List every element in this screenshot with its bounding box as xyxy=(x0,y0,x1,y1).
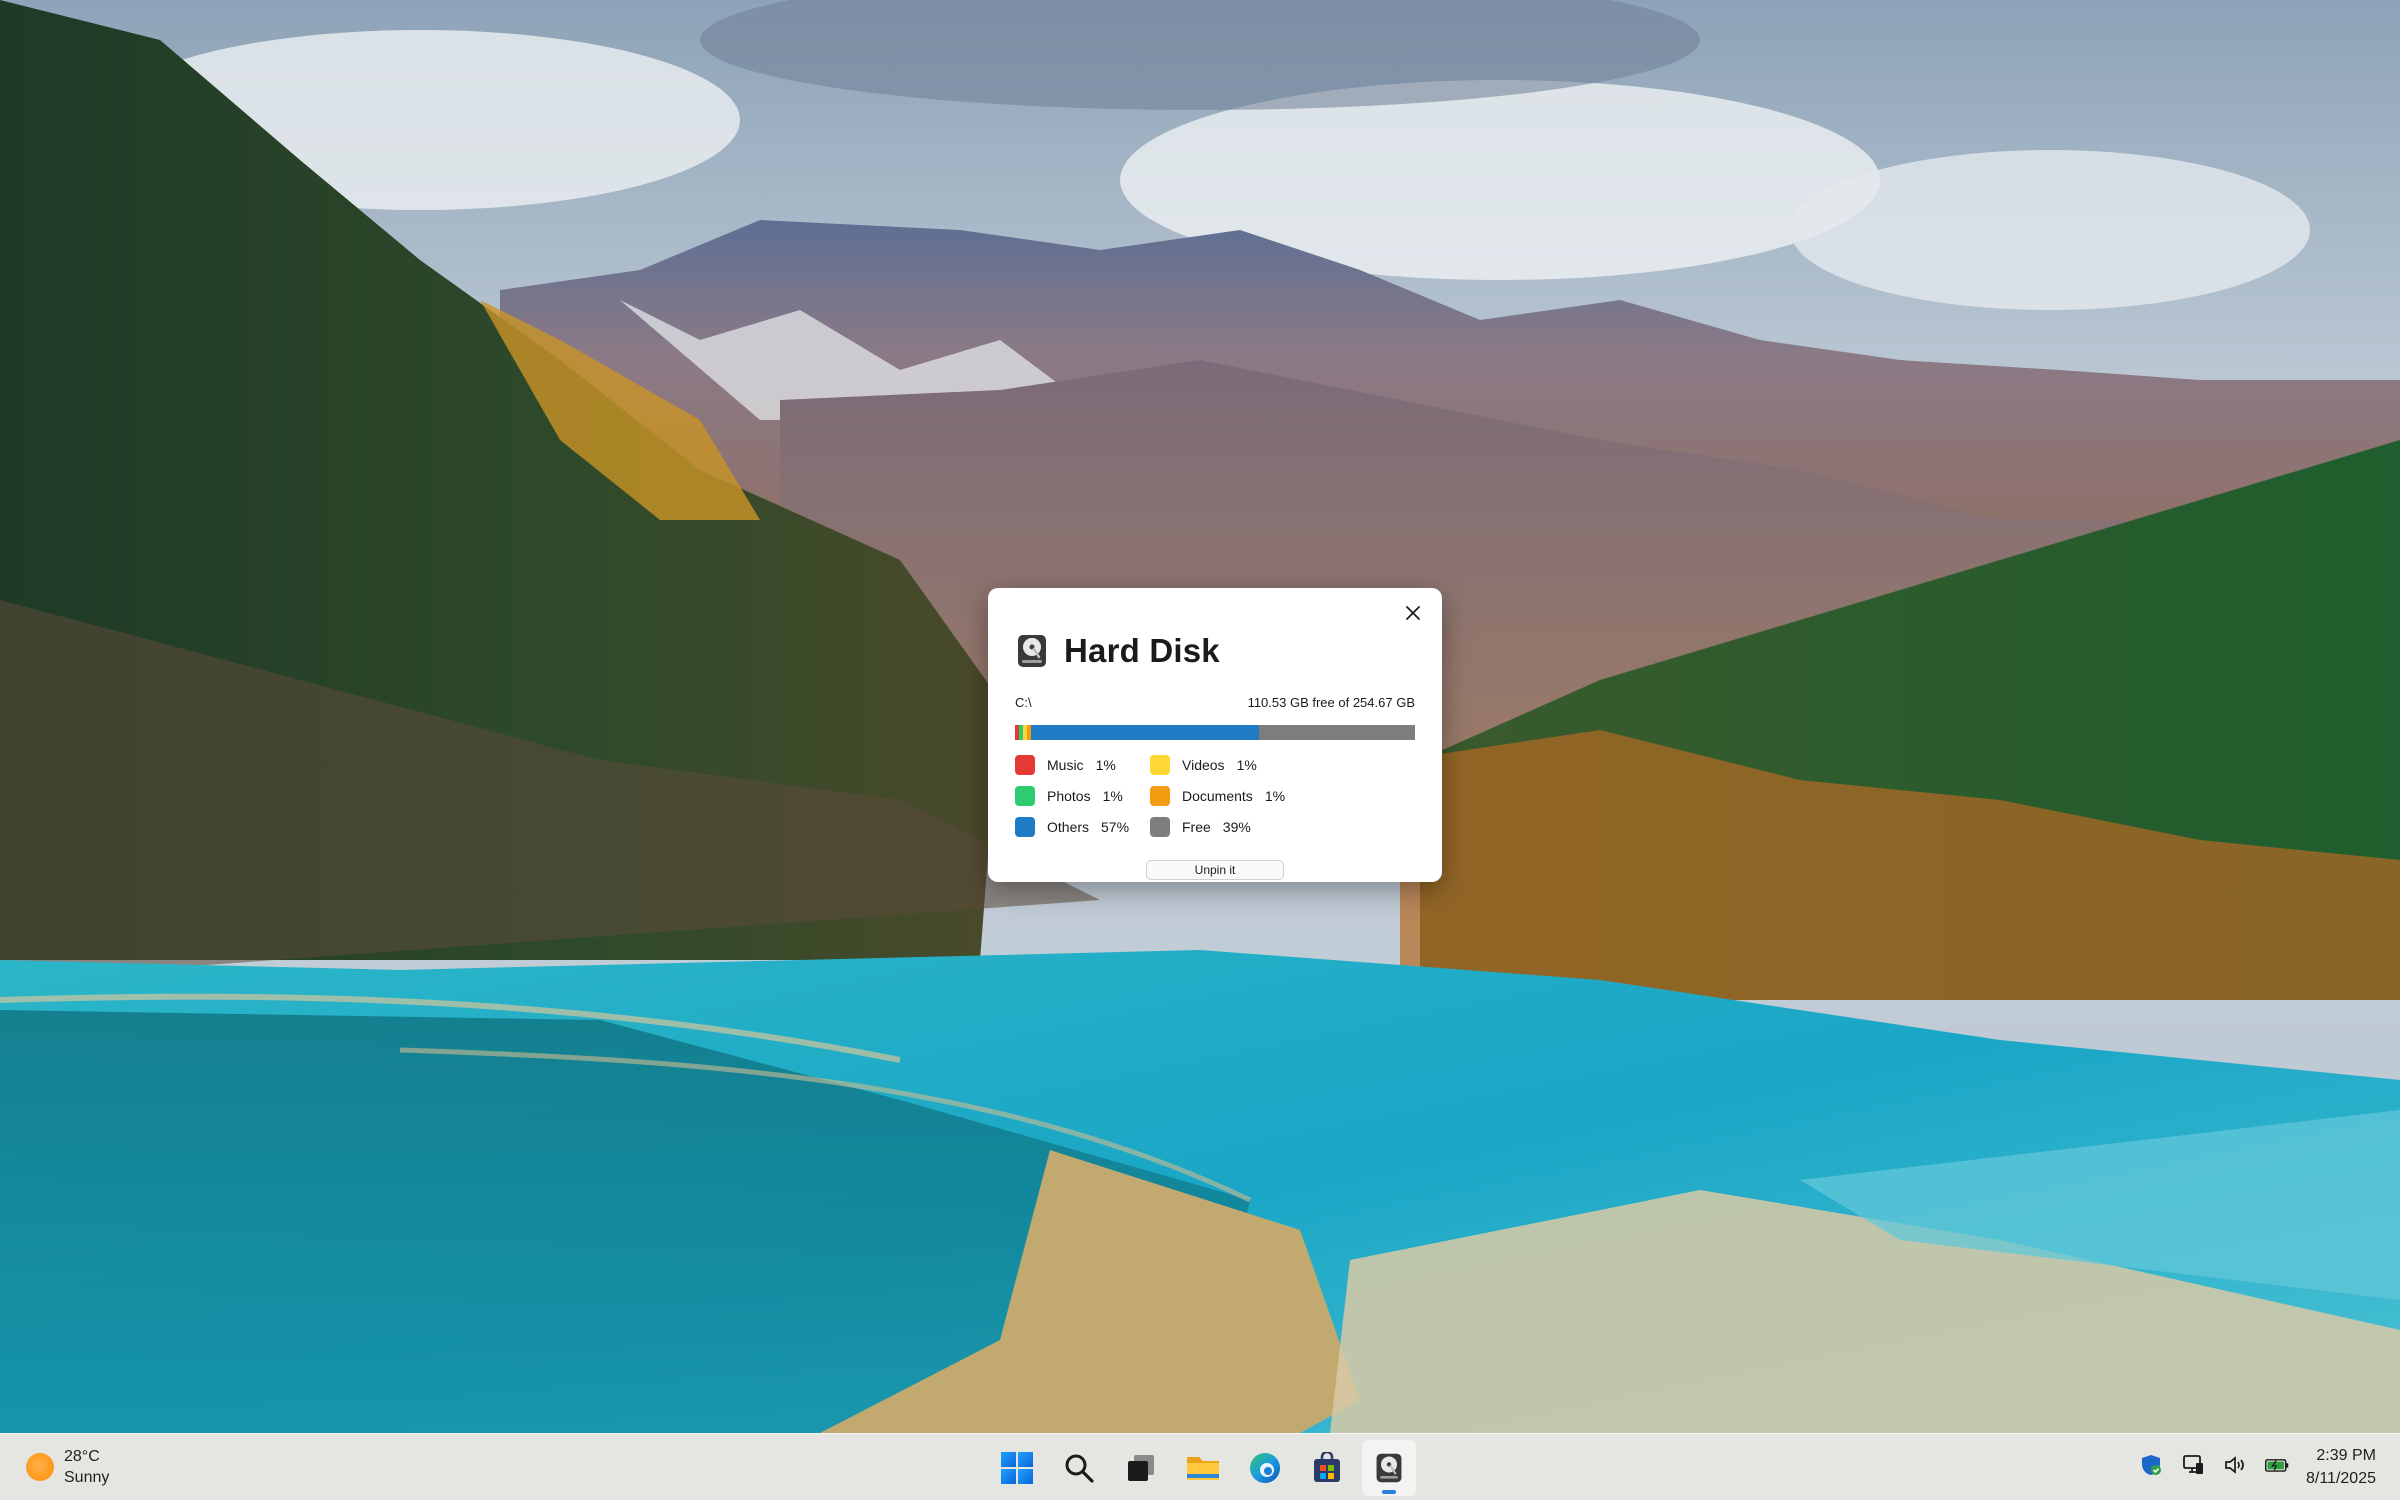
legend-label: Documents xyxy=(1182,788,1253,804)
hard-disk-icon xyxy=(1376,1453,1402,1483)
battery-tray-button[interactable] xyxy=(2264,1452,2290,1478)
legend-label: Music xyxy=(1047,757,1084,773)
legend-item-free: Free 39% xyxy=(1150,816,1251,838)
widget-title: Hard Disk xyxy=(1064,632,1220,669)
close-button[interactable] xyxy=(1398,598,1428,628)
legend-label: Free xyxy=(1182,819,1211,835)
legend-swatch xyxy=(1015,755,1035,775)
close-icon xyxy=(1406,606,1420,620)
legend-swatch xyxy=(1015,786,1035,806)
store-button[interactable] xyxy=(1300,1440,1354,1496)
legend-percent: 57% xyxy=(1101,819,1130,835)
search-button[interactable] xyxy=(1052,1440,1106,1496)
edge-icon xyxy=(1250,1453,1280,1483)
system-tray xyxy=(2138,1452,2290,1478)
legend-item-documents: Documents 1% xyxy=(1150,785,1285,807)
hard-disk-app-button[interactable] xyxy=(1362,1440,1416,1496)
store-icon xyxy=(1314,1452,1340,1482)
battery-charging-icon xyxy=(2264,1459,2289,1472)
active-indicator xyxy=(1382,1490,1396,1494)
legend-percent: 1% xyxy=(1095,757,1116,773)
weather-temperature: 28°C xyxy=(64,1448,100,1465)
free-space-text: 110.53 GB free of 254.67 GB xyxy=(1247,695,1415,710)
volume-tray-button[interactable] xyxy=(2222,1452,2248,1478)
legend-percent: 39% xyxy=(1222,819,1251,835)
taskbar: 28°C Sunny 2:39 PM 8/11/2025 xyxy=(0,1433,2400,1500)
legend-item-photos: Photos 1% xyxy=(1015,785,1123,807)
taskbar-apps xyxy=(990,1440,1416,1496)
unpin-button[interactable]: Unpin it xyxy=(1146,860,1284,880)
weather-widget[interactable]: 28°C Sunny xyxy=(26,1446,109,1488)
legend-label: Videos xyxy=(1182,757,1225,773)
windows-security-icon xyxy=(2142,1455,2161,1475)
legend-item-others: Others 57% xyxy=(1015,816,1129,838)
hard-disk-icon xyxy=(1018,635,1046,667)
legend-swatch xyxy=(1150,817,1170,837)
weather-condition: Sunny xyxy=(64,1469,110,1486)
task-view-button[interactable] xyxy=(1114,1440,1168,1496)
legend-swatch xyxy=(1150,755,1170,775)
clock-date: 8/11/2025 xyxy=(2306,1470,2376,1487)
file-explorer-button[interactable] xyxy=(1176,1440,1230,1496)
usage-segment-others xyxy=(1031,725,1259,740)
legend-percent: 1% xyxy=(1264,788,1286,804)
legend-percent: 1% xyxy=(1102,788,1123,804)
legend-label: Others xyxy=(1047,819,1090,835)
legend-swatch xyxy=(1150,786,1170,806)
start-button[interactable] xyxy=(990,1440,1044,1496)
search-icon xyxy=(1065,1454,1094,1483)
legend-percent: 1% xyxy=(1236,757,1257,773)
sun-icon xyxy=(26,1453,54,1481)
legend-swatch xyxy=(1015,817,1035,837)
security-tray-button[interactable] xyxy=(2138,1452,2164,1478)
folder-icon xyxy=(1187,1457,1219,1480)
drive-label: C:\ xyxy=(1015,695,1032,710)
windows-logo-icon xyxy=(1001,1452,1033,1484)
hard-disk-widget: Hard Disk C:\ 110.53 GB free of 254.67 G… xyxy=(988,588,1442,882)
task-view-icon xyxy=(1128,1455,1154,1481)
network-icon xyxy=(2183,1455,2203,1474)
speaker-icon xyxy=(2225,1456,2244,1474)
clock-time: 2:39 PM xyxy=(2316,1447,2376,1464)
widget-header: Hard Disk xyxy=(1014,632,1220,670)
legend-item-music: Music 1% xyxy=(1015,754,1116,776)
system-clock[interactable]: 2:39 PM 8/11/2025 xyxy=(2306,1444,2376,1490)
usage-segment-free xyxy=(1259,725,1415,740)
edge-button[interactable] xyxy=(1238,1440,1292,1496)
legend-item-videos: Videos 1% xyxy=(1150,754,1257,776)
legend-label: Photos xyxy=(1047,788,1091,804)
disk-usage-bar xyxy=(1015,725,1415,740)
network-tray-button[interactable] xyxy=(2180,1452,2206,1478)
